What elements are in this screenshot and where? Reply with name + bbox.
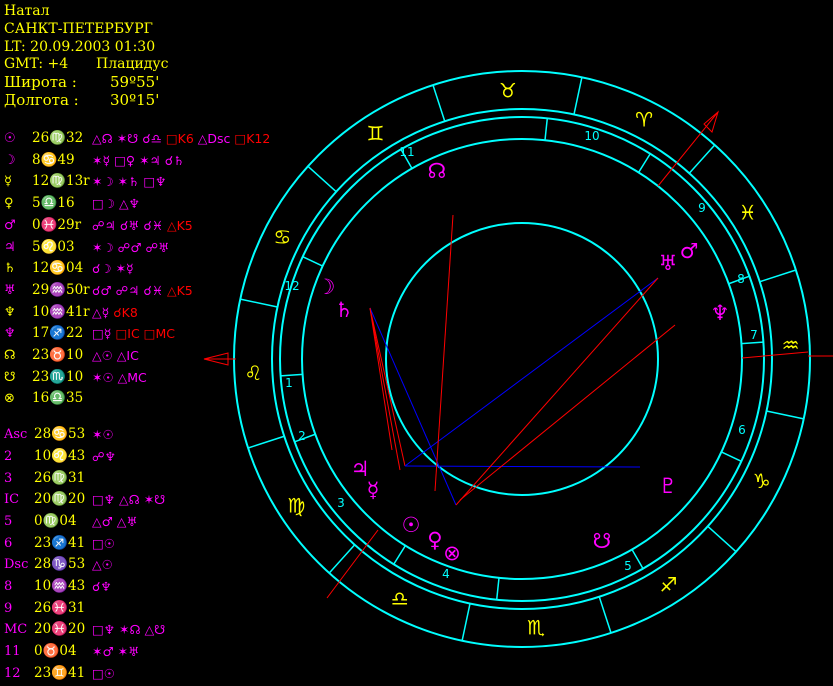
sign-glyph: ♋ <box>273 225 291 249</box>
sign-glyph: ♉ <box>499 78 517 102</box>
planet-pluto-icon: ♇ <box>659 474 678 498</box>
house-number: 12 <box>284 279 299 293</box>
sign-divider <box>707 525 737 553</box>
house-cusp <box>544 118 549 141</box>
house-cusp <box>637 153 651 173</box>
house-cusp <box>631 549 644 569</box>
planet-mercury-icon: ☿ <box>367 478 380 502</box>
planet-neptune-icon: ♆ <box>711 301 730 325</box>
sign-glyph: ♐ <box>660 573 678 597</box>
planet-moon-icon: ☽ <box>317 275 336 299</box>
house-number: 6 <box>738 423 746 437</box>
sign-glyph: ♈ <box>635 107 653 131</box>
sign-divider <box>766 410 804 420</box>
house-cusp <box>393 545 407 565</box>
planet-uranus-icon: ♅ <box>659 251 678 275</box>
sign-divider <box>461 603 471 641</box>
aspect-line <box>459 324 676 501</box>
ring-5 <box>385 222 659 496</box>
ring-2 <box>271 108 773 610</box>
sign-glyph: ♍ <box>287 494 305 518</box>
sign-glyph: ♎ <box>391 587 409 611</box>
house-number: 10 <box>584 129 599 143</box>
natal-wheel: ♉♈♓♒♑♐♏♎♍♌♋♊123456789101112☊☽♄♅ ♂♆♃☿☉♀⊗ ☋♇ <box>203 70 833 648</box>
house-number: 2 <box>298 429 306 443</box>
sign-divider <box>307 165 337 193</box>
planet-sun-icon: ☉ <box>402 513 421 537</box>
house-cusp <box>495 577 500 600</box>
sign-glyph: ♌ <box>244 361 262 385</box>
house-number: 7 <box>750 328 758 342</box>
house-cusp <box>302 256 323 267</box>
aspect-line <box>434 214 454 492</box>
sign-divider <box>247 435 285 449</box>
house-number: 4 <box>442 567 450 581</box>
aspect-line <box>455 277 659 506</box>
aspect-line <box>369 307 406 467</box>
ring-1 <box>233 70 811 648</box>
ring-4 <box>301 138 743 580</box>
sign-divider <box>432 84 446 122</box>
planet-venus-icon: ♀ <box>427 528 442 552</box>
sign-divider <box>688 144 716 174</box>
sign-divider <box>240 298 278 308</box>
house-number: 11 <box>399 145 414 159</box>
ring-3 <box>279 116 765 602</box>
planet-fortune-icon: ⊗ <box>443 541 461 565</box>
planet-south-node-icon: ☋ <box>593 529 612 553</box>
house-cusp <box>741 341 764 345</box>
sign-divider <box>328 544 356 574</box>
sign-glyph: ♑ <box>753 469 771 493</box>
house-number: 9 <box>698 201 706 215</box>
house-number: 1 <box>285 376 293 390</box>
sign-glyph: ♊ <box>367 121 385 145</box>
house-cusp <box>721 451 742 462</box>
house-number: 3 <box>337 496 345 510</box>
ic-axis <box>326 529 379 599</box>
house-number: 5 <box>624 559 632 573</box>
sign-glyph: ♓ <box>739 200 757 224</box>
aspect-line <box>369 307 457 506</box>
sign-divider <box>573 77 583 115</box>
planet-node-icon: ☊ <box>428 159 447 183</box>
planet-mars-icon: ♂ <box>680 239 699 263</box>
house-number: 8 <box>737 272 745 286</box>
sign-divider <box>598 596 612 634</box>
sign-divider <box>759 269 797 283</box>
planet-saturn-icon: ♄ <box>335 298 354 322</box>
aspect-line <box>369 307 401 471</box>
sign-glyph: ♏ <box>527 616 545 640</box>
